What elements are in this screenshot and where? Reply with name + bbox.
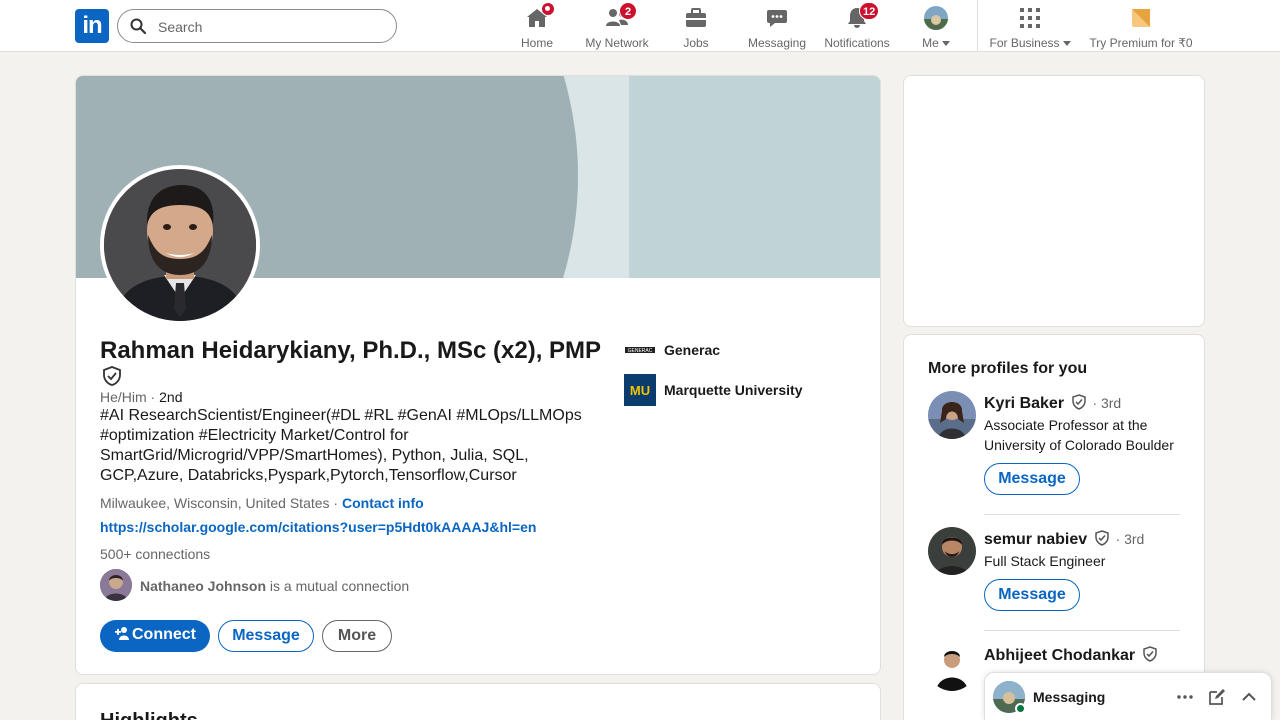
nav-try-premium-label: Try Premium for ₹0 [1089, 36, 1193, 50]
svg-text:MU: MU [630, 383, 650, 398]
more-button[interactable]: More [322, 620, 392, 652]
connection-degree: 2nd [159, 389, 183, 405]
network-badge: 2 [619, 2, 637, 20]
nav-notifications-label: Notifications [824, 36, 890, 50]
generac-logo[interactable]: GENERAC [624, 344, 656, 356]
highlights-title: Highlights [100, 710, 198, 720]
profile-pronouns-degree: He/Him · 2nd [100, 389, 183, 405]
verified-icon [1142, 646, 1157, 662]
profile-avatar[interactable] [928, 643, 976, 691]
connect-button[interactable]: Connect [100, 620, 210, 652]
connections-count[interactable]: 500+ connections [100, 546, 210, 562]
profile-name[interactable]: Abhijeet Chodankar [984, 646, 1160, 665]
chevron-down-icon [941, 41, 950, 47]
nav-notifications[interactable]: 12 Notifications [822, 2, 892, 50]
profile-name[interactable]: semur nabiev · 3rd [984, 530, 1144, 549]
nav-me[interactable]: Me [916, 4, 956, 50]
nav-home[interactable]: Home [515, 2, 559, 50]
profile-subtitle: Associate Professor at the University of… [984, 417, 1174, 453]
me-avatar [924, 6, 948, 30]
profile-website-link[interactable]: https://scholar.google.com/citations?use… [100, 519, 536, 535]
nav-my-network-label: My Network [585, 36, 649, 50]
nav-messaging[interactable]: Messaging [746, 4, 808, 50]
online-status-indicator [1015, 703, 1026, 714]
svg-text:GENERAC: GENERAC [628, 348, 653, 354]
more-profiles-title: More profiles for you [928, 360, 1088, 377]
divider [984, 514, 1180, 515]
nav-divider [977, 0, 978, 52]
compose-icon[interactable] [1207, 687, 1227, 707]
verified-icon[interactable] [102, 366, 122, 386]
add-person-icon [115, 627, 129, 640]
nav-for-business[interactable]: For Business [988, 4, 1072, 50]
mutual-connection-avatar[interactable] [100, 569, 132, 601]
premium-icon [1132, 9, 1150, 27]
profile-subtitle: Full Stack Engineer [984, 553, 1106, 569]
search-placeholder: Search [158, 19, 203, 35]
profile-photo[interactable] [100, 165, 260, 325]
grid-icon [1020, 8, 1040, 28]
briefcase-icon [686, 8, 706, 27]
profile-card: Rahman Heidarykiany, Ph.D., MSc (x2), PM… [75, 75, 881, 675]
connection-degree: · 3rd [1111, 531, 1145, 547]
mutual-connection-text[interactable]: Nathaneo Johnson is a mutual connection [140, 578, 409, 594]
profile-avatar[interactable] [928, 391, 976, 439]
messaging-title[interactable]: Messaging [1033, 689, 1105, 705]
chevron-up-icon[interactable] [1239, 687, 1259, 707]
home-notification-dot [541, 2, 555, 16]
marquette-logo[interactable]: MU [624, 374, 656, 406]
profile-headline: #AI ResearchScientist/Engineer(#DL #RL #… [100, 407, 582, 484]
nav-me-label: Me [916, 36, 956, 50]
nav-try-premium[interactable]: Try Premium for ₹0 [1088, 4, 1194, 50]
message-button[interactable]: Message [218, 620, 314, 652]
chat-icon [767, 10, 787, 27]
contact-info-link[interactable]: Contact info [342, 495, 424, 511]
highlights-card: Highlights [75, 683, 881, 720]
search-icon [130, 18, 146, 34]
top-navigation: in Search Home 2 My Network Jobs Messagi… [0, 0, 1280, 52]
profile-photo-image [104, 169, 256, 321]
search-input[interactable]: Search [117, 9, 397, 43]
message-button[interactable]: Message [984, 463, 1080, 495]
notifications-badge: 12 [859, 2, 880, 20]
nav-jobs-label: Jobs [683, 36, 709, 50]
profile-name: Rahman Heidarykiany, Ph.D., MSc (x2), PM… [100, 337, 602, 364]
connection-degree: · 3rd [1088, 395, 1122, 411]
experience-company[interactable]: Generac [664, 342, 720, 358]
nav-jobs[interactable]: Jobs [676, 4, 716, 50]
more-options-icon[interactable] [1175, 687, 1195, 707]
message-button[interactable]: Message [984, 579, 1080, 611]
verified-icon [1071, 394, 1086, 410]
linkedin-logo[interactable]: in [75, 9, 109, 43]
profile-avatar[interactable] [928, 527, 976, 575]
nav-for-business-label: For Business [988, 36, 1072, 50]
profile-location: Milwaukee, Wisconsin, United States · Co… [100, 495, 424, 511]
verified-icon [1094, 530, 1109, 546]
nav-my-network[interactable]: 2 My Network [582, 2, 652, 50]
messaging-overlay[interactable]: Messaging [984, 672, 1272, 720]
profile-name[interactable]: Kyri Baker · 3rd [984, 394, 1121, 413]
divider [984, 630, 1180, 631]
ad-card [903, 75, 1205, 327]
more-profiles-card: More profiles for you Kyri Baker · 3rd A… [903, 334, 1205, 720]
nav-home-label: Home [520, 36, 553, 50]
chevron-down-icon [1062, 41, 1071, 47]
nav-messaging-label: Messaging [747, 36, 807, 50]
education-school[interactable]: Marquette University [664, 382, 802, 398]
